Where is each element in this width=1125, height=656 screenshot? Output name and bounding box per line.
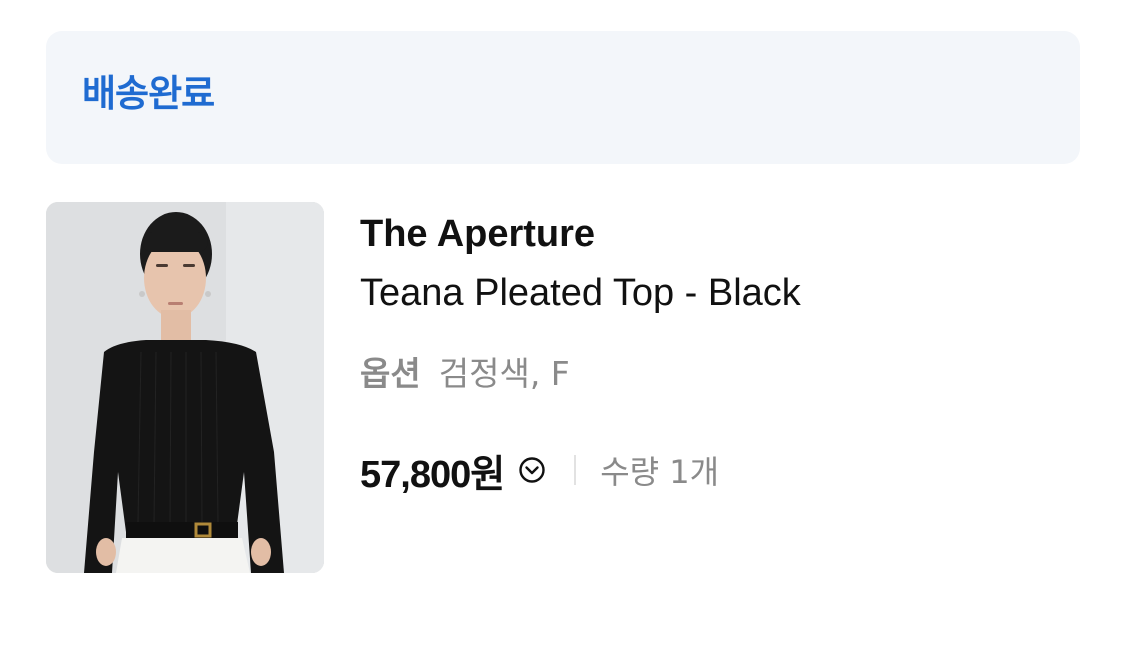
option-value: 검정색, F xyxy=(438,354,570,393)
brand-name[interactable]: The Aperture xyxy=(360,212,595,256)
price: 57,800원 xyxy=(360,453,505,496)
price-row: 57,800원 수량 1개 xyxy=(360,448,720,496)
order-product-item[interactable]: The Aperture Teana Pleated Top - Black 옵… xyxy=(46,202,1080,574)
divider xyxy=(574,455,577,485)
product-name[interactable]: Teana Pleated Top - Black xyxy=(360,271,801,315)
quantity: 수량 1개 xyxy=(600,453,720,491)
chevron-down-circle-icon[interactable] xyxy=(518,456,546,484)
option-label: 옵션 xyxy=(360,354,421,393)
product-thumbnail[interactable] xyxy=(46,202,324,573)
order-status-banner: 배송완료 xyxy=(46,31,1080,164)
order-status-label: 배송완료 xyxy=(82,72,215,115)
option-row: 옵션 검정색, F xyxy=(360,352,570,396)
